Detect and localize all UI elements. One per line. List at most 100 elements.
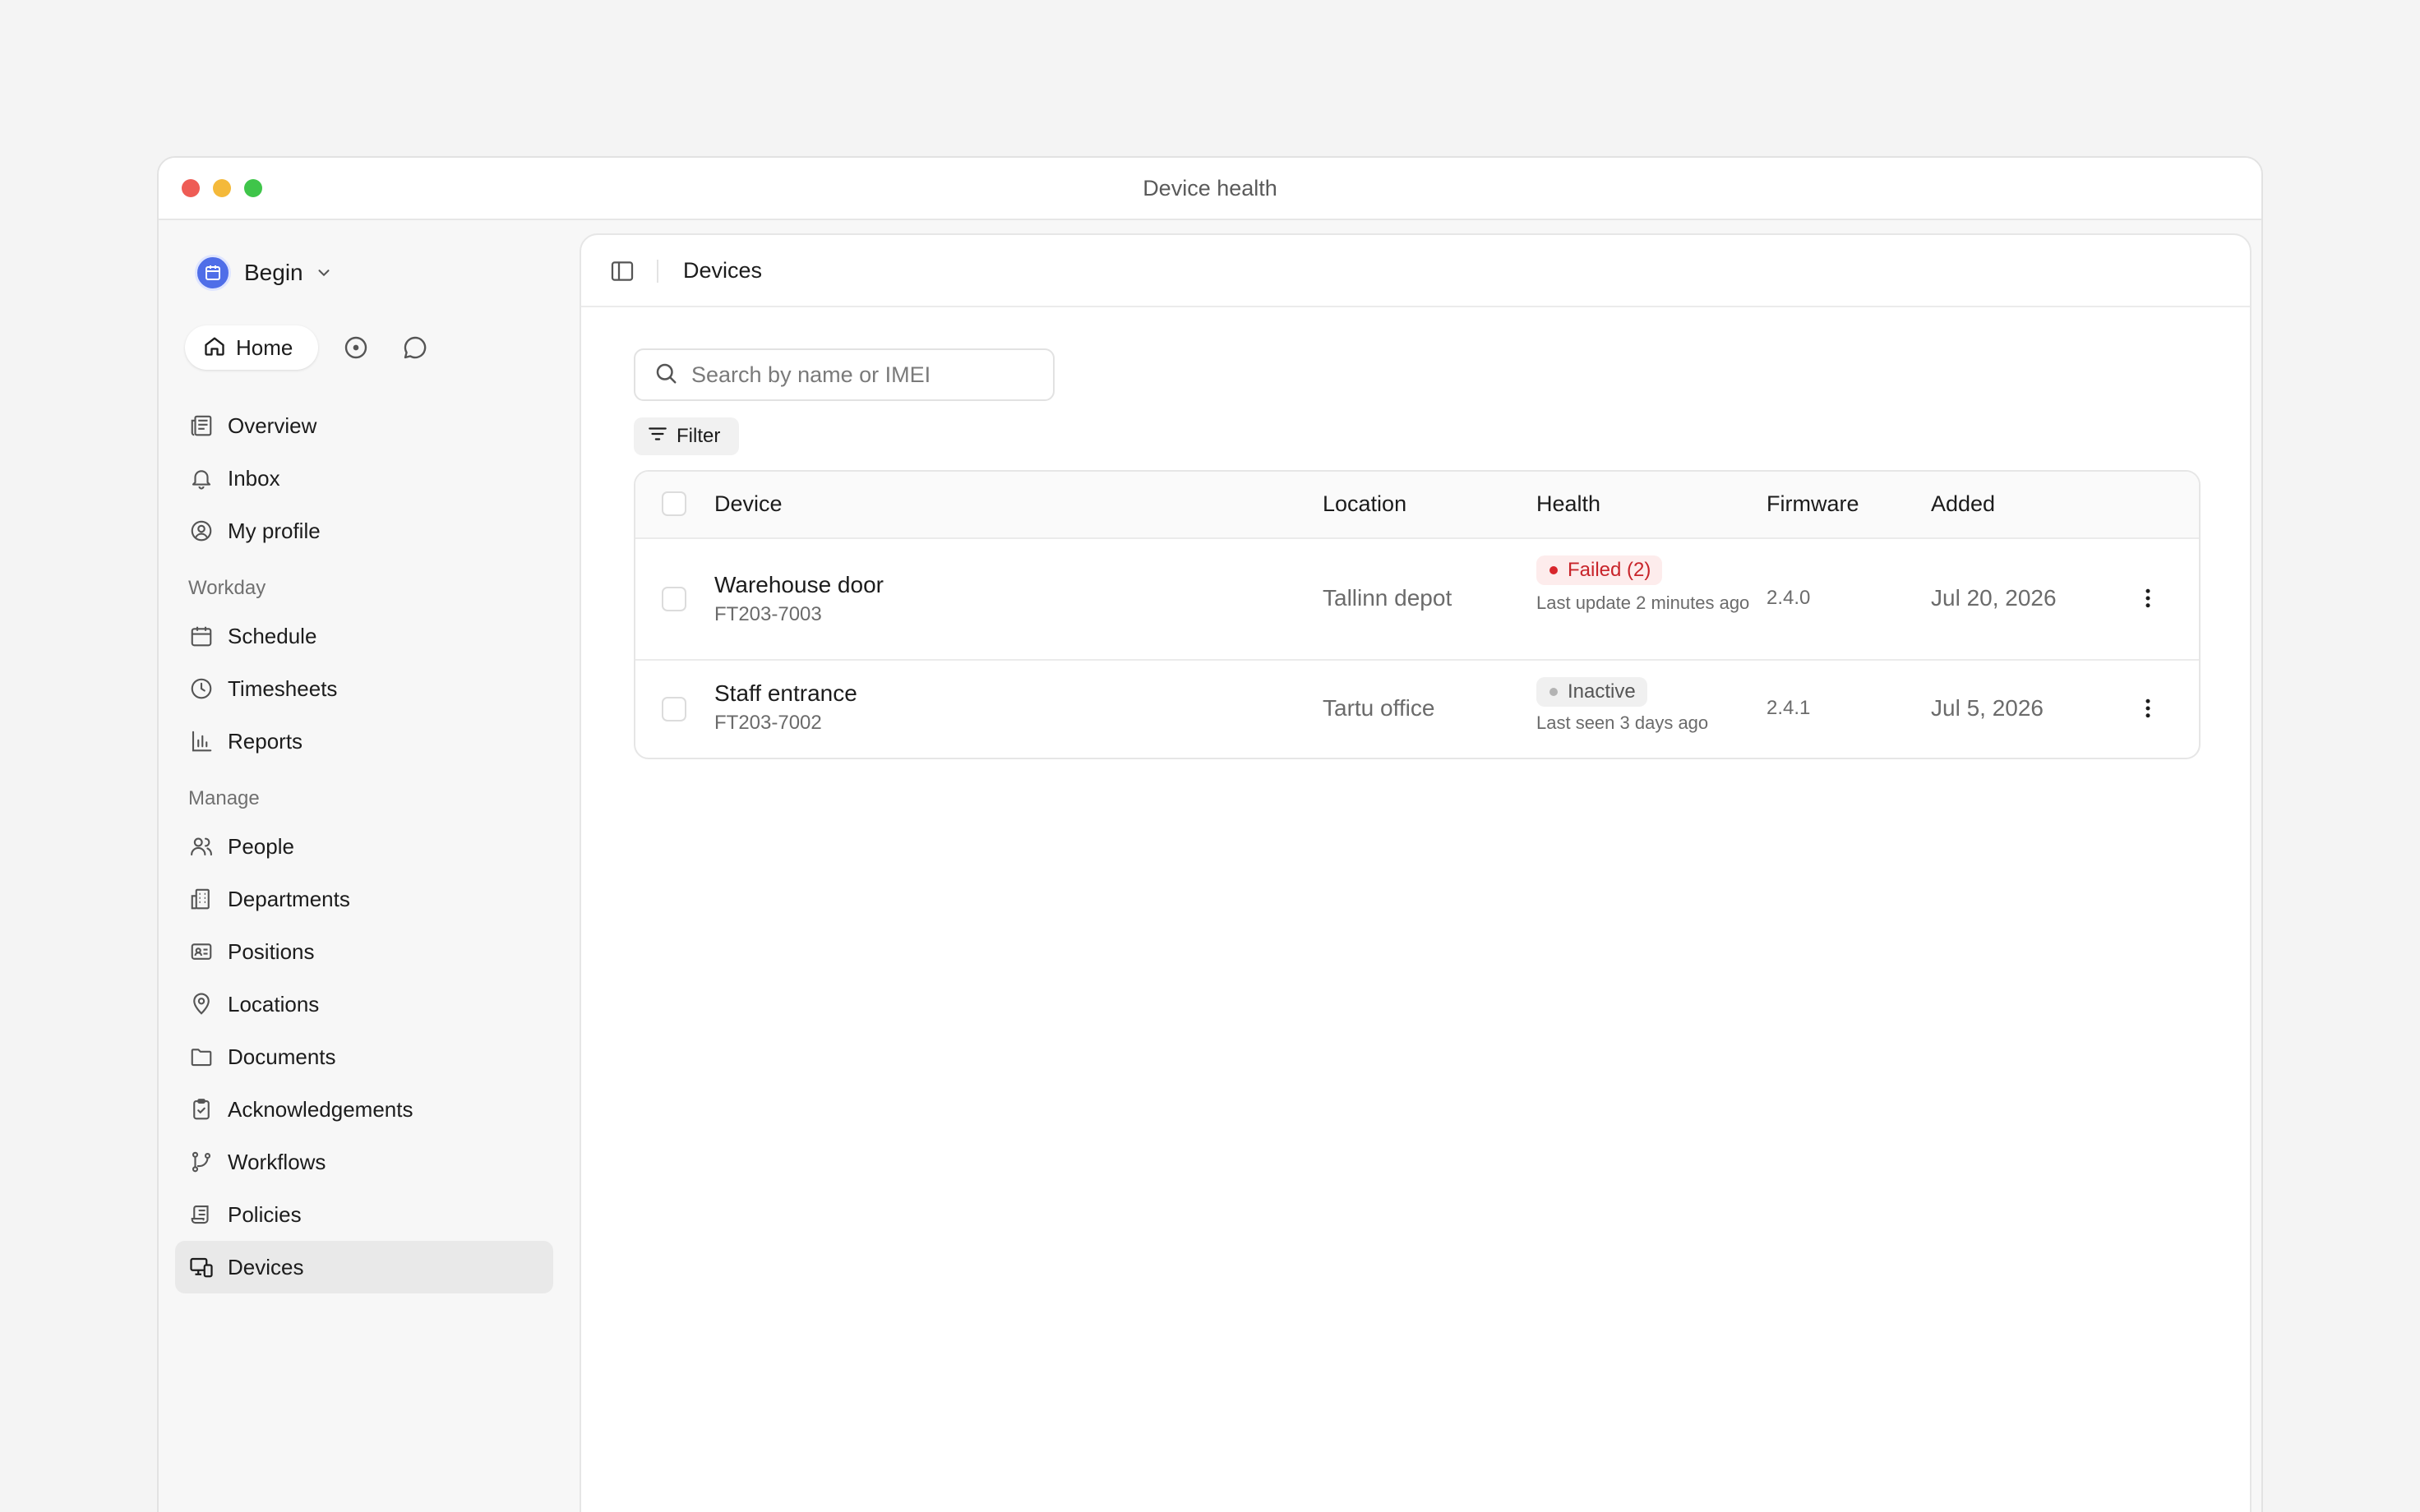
health-detail: Last seen 3 days ago bbox=[1536, 712, 1709, 733]
column-header-location[interactable]: Location bbox=[1323, 491, 1406, 517]
sidebar-nav: Overview Inbox My profile Workday Schedu… bbox=[175, 399, 553, 1293]
status-badge: Inactive bbox=[1536, 677, 1647, 707]
devices-icon bbox=[188, 1254, 215, 1280]
sidebar-toggle-icon[interactable] bbox=[609, 258, 635, 284]
device-name: Staff entrance bbox=[714, 680, 857, 706]
sidebar-item-label: Departments bbox=[228, 886, 350, 911]
sidebar-item-acknowledgements[interactable]: Acknowledgements bbox=[175, 1083, 553, 1136]
quick-actions: Home bbox=[185, 325, 692, 370]
device-name: Warehouse door bbox=[714, 572, 884, 597]
title-bar: Device health bbox=[159, 158, 2261, 220]
main-header: Devices bbox=[581, 235, 2250, 307]
firmware-version: 2.4.0 bbox=[1767, 587, 1811, 609]
home-label: Home bbox=[236, 334, 293, 360]
row-checkbox[interactable] bbox=[662, 697, 686, 721]
workspace-switcher[interactable]: Begin bbox=[195, 253, 333, 293]
id-card-icon bbox=[188, 938, 215, 965]
sidebar-item-label: Devices bbox=[228, 1254, 304, 1279]
header-divider bbox=[657, 260, 658, 283]
sidebar-item-overview[interactable]: Overview bbox=[175, 399, 553, 452]
column-header-added[interactable]: Added bbox=[1931, 491, 1995, 517]
calendar-icon bbox=[188, 623, 215, 649]
sidebar-section-manage: Manage bbox=[188, 787, 260, 809]
sidebar-item-policies[interactable]: Policies bbox=[175, 1188, 553, 1241]
sidebar-item-label: My profile bbox=[228, 518, 321, 543]
sidebar-item-label: Schedule bbox=[228, 623, 317, 648]
column-header-firmware[interactable]: Firmware bbox=[1767, 491, 1859, 517]
window-title: Device health bbox=[1143, 176, 1277, 201]
sidebar-item-label: Reports bbox=[228, 728, 303, 754]
sidebar-item-workflows[interactable]: Workflows bbox=[175, 1136, 553, 1188]
health-detail: Last update 2 minutes ago bbox=[1536, 592, 1750, 613]
app-window: Device health Begin Home Overview Inbox … bbox=[157, 156, 2263, 1512]
page-title: Devices bbox=[683, 258, 763, 283]
sidebar-item-label: Locations bbox=[228, 991, 320, 1016]
sidebar-item-label: Inbox bbox=[228, 465, 280, 491]
sidebar-item-label: Workflows bbox=[228, 1149, 326, 1174]
column-header-health[interactable]: Health bbox=[1536, 491, 1600, 517]
user-circle-icon bbox=[188, 518, 215, 544]
status-dot-icon bbox=[1549, 566, 1558, 574]
filter-label: Filter bbox=[677, 425, 721, 447]
workspace-name: Begin bbox=[244, 260, 303, 285]
main-panel: Devices Filter Device Location Health Fi… bbox=[580, 233, 2251, 1512]
sidebar-item-documents[interactable]: Documents bbox=[175, 1030, 553, 1083]
folder-icon bbox=[188, 1044, 215, 1070]
workspace-logo-icon bbox=[195, 255, 231, 291]
sidebar-item-schedule[interactable]: Schedule bbox=[175, 610, 553, 662]
table-header: Device Location Health Firmware Added bbox=[635, 472, 2199, 539]
added-date: Jul 20, 2026 bbox=[1931, 585, 2057, 611]
clipboard-check-icon bbox=[188, 1096, 215, 1122]
sidebar-item-inbox[interactable]: Inbox bbox=[175, 452, 553, 505]
activity-icon[interactable] bbox=[341, 333, 371, 362]
home-icon bbox=[203, 334, 226, 362]
sidebar-item-label: Policies bbox=[228, 1201, 302, 1227]
clock-icon bbox=[188, 675, 215, 702]
more-vertical-icon[interactable] bbox=[2133, 694, 2163, 723]
sidebar-section-workday: Workday bbox=[188, 577, 266, 599]
status-badge-label: Failed (2) bbox=[1568, 559, 1651, 581]
sidebar: Begin Home Overview Inbox My profile Wor… bbox=[159, 222, 692, 1512]
sidebar-item-departments[interactable]: Departments bbox=[175, 873, 553, 925]
sidebar-item-people[interactable]: People bbox=[175, 820, 553, 873]
row-checkbox[interactable] bbox=[662, 587, 686, 611]
added-date: Jul 5, 2026 bbox=[1931, 695, 2044, 721]
git-branch-icon bbox=[188, 1149, 215, 1175]
sidebar-item-label: People bbox=[228, 833, 294, 859]
table-row[interactable]: Staff entrance FT203-7002 Tartu office I… bbox=[635, 661, 2199, 758]
device-id: FT203-7003 bbox=[714, 603, 822, 625]
sidebar-item-devices[interactable]: Devices bbox=[175, 1241, 553, 1293]
table-row[interactable]: Warehouse door FT203-7003 Tallinn depot … bbox=[635, 539, 2199, 661]
home-button[interactable]: Home bbox=[185, 325, 318, 370]
status-badge-label: Inactive bbox=[1568, 680, 1636, 703]
devices-table: Device Location Health Firmware Added Wa… bbox=[634, 470, 2201, 759]
sidebar-item-label: Documents bbox=[228, 1044, 336, 1069]
select-all-checkbox[interactable] bbox=[662, 491, 686, 516]
sidebar-item-my-profile[interactable]: My profile bbox=[175, 505, 553, 557]
sidebar-item-label: Overview bbox=[228, 413, 317, 438]
search-box bbox=[634, 348, 1055, 401]
chat-icon[interactable] bbox=[400, 333, 430, 362]
device-location: Tallinn depot bbox=[1323, 585, 1452, 611]
status-badge: Failed (2) bbox=[1536, 555, 1663, 585]
bar-chart-icon bbox=[188, 728, 215, 754]
sidebar-item-label: Timesheets bbox=[228, 675, 338, 701]
more-vertical-icon[interactable] bbox=[2133, 583, 2163, 613]
device-location: Tartu office bbox=[1323, 695, 1435, 721]
column-header-device[interactable]: Device bbox=[714, 491, 783, 517]
sidebar-item-reports[interactable]: Reports bbox=[175, 715, 553, 768]
search-icon bbox=[653, 361, 678, 390]
map-pin-icon bbox=[188, 991, 215, 1017]
building-icon bbox=[188, 886, 215, 912]
sidebar-item-locations[interactable]: Locations bbox=[175, 978, 553, 1030]
filter-icon bbox=[647, 423, 668, 450]
filter-button[interactable]: Filter bbox=[634, 417, 739, 455]
sidebar-item-timesheets[interactable]: Timesheets bbox=[175, 662, 553, 715]
status-dot-icon bbox=[1549, 688, 1558, 696]
firmware-version: 2.4.1 bbox=[1767, 697, 1811, 719]
sidebar-item-label: Positions bbox=[228, 938, 315, 964]
device-id: FT203-7002 bbox=[714, 712, 822, 734]
search-input[interactable] bbox=[691, 362, 1037, 388]
sidebar-item-label: Acknowledgements bbox=[228, 1096, 413, 1122]
sidebar-item-positions[interactable]: Positions bbox=[175, 925, 553, 978]
